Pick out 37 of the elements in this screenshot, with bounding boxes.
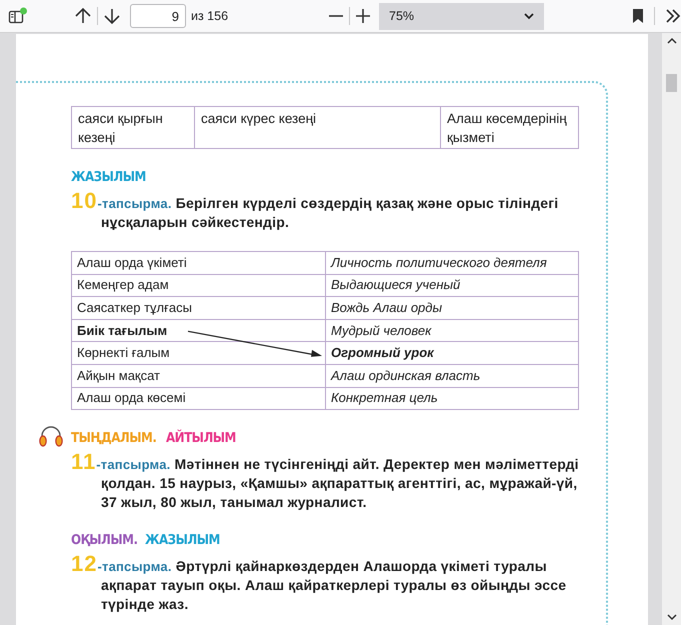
scroll-up-icon[interactable] xyxy=(666,37,676,44)
table-cell: саяси қырғын кезеңі xyxy=(72,106,194,148)
arrow-up-icon[interactable] xyxy=(74,7,92,25)
section-heading: ТЫҢДАЛЫМ. xyxy=(71,430,156,446)
table-cell: Алаш орда үкіметі xyxy=(72,252,326,274)
table-cell: Көрнекті ғалым xyxy=(72,342,326,364)
page-count: из 156 xyxy=(190,9,228,23)
zoom-in-icon[interactable] xyxy=(355,8,372,24)
task-text: 10-тапсырма. Берілген күрделі сөздердің қазақ және орыс тіліндегі нұсқаларын сәйкестендір. xyxy=(71,191,560,232)
zoom-dropdown[interactable]: 75% xyxy=(379,2,544,30)
section-heading: ОҚЫЛЫМ. xyxy=(71,532,138,548)
sidebar-toggle-icon[interactable] xyxy=(8,7,28,25)
scrollbar-thumb[interactable] xyxy=(666,74,677,92)
table-cell: Алаш ординская власть xyxy=(326,364,578,388)
table-cell: Айқын мақсат xyxy=(72,364,326,388)
page-number-field[interactable]: 9 xyxy=(130,4,186,28)
table-cell: Вождь Алаш орды xyxy=(326,296,578,320)
task-text: 11-тапсырма. Мәтіннен не түсінгеніңді айт. Деректер мен мәліметтерді қолдан. 15 наурыз, «Қамшы» ақпараттық агенттігі, ас, мұражай-үй, 37 жыл, 80 жыл, танымал журналист. xyxy=(71,452,579,512)
table-cell: Алаш орда көсемі xyxy=(72,387,326,410)
table-cell: Конкретная цель xyxy=(326,387,578,410)
section-heading: ЖАЗЫЛЫМ xyxy=(71,169,146,185)
table-cell: Выдающиеся ученый xyxy=(326,274,578,297)
section-heading: ЖАЗЫЛЫМ xyxy=(144,532,220,548)
table-cell: Огромный урок xyxy=(326,342,578,364)
table-cell: Алаш көсемдерінің қызметі xyxy=(440,106,578,148)
table-cell: Кемеңгер адам xyxy=(72,274,326,297)
bookmark-icon[interactable] xyxy=(632,8,644,24)
table-cell: саяси күрес кезеңі xyxy=(194,106,440,148)
more-tools-icon[interactable] xyxy=(665,8,681,24)
task-text: 12-тапсырма. Әртүрлі қайнаркөздерден Алашорда үкіметі туралы ақпарат тауып оқы. Алаш қайраткерлері туралы өз ойыңды эссе түрінде жаз. xyxy=(71,554,568,614)
table-cell: Мудрый человек xyxy=(326,319,578,342)
section-heading: АЙТЫЛЫМ xyxy=(166,430,236,446)
caret-icon xyxy=(524,12,534,20)
scroll-down-icon[interactable] xyxy=(666,614,676,621)
arrow-down-icon[interactable] xyxy=(102,7,121,25)
table-cell: Личность политического деятеля xyxy=(326,252,578,274)
table-cell: Саясаткер тұлғасы xyxy=(72,296,326,320)
